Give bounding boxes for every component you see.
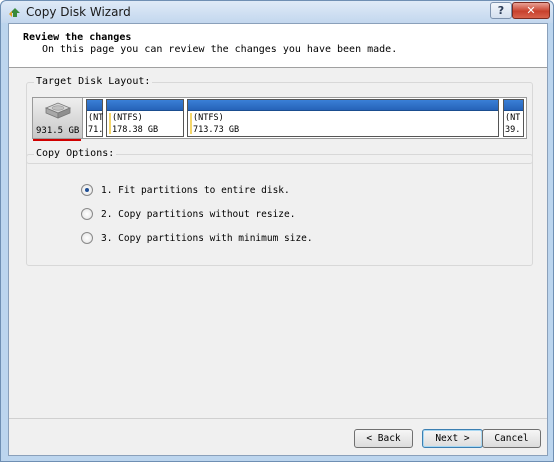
radio-button[interactable] <box>81 232 93 244</box>
wizard-window: Copy Disk Wizard ? ✕ Review the changes … <box>0 0 554 462</box>
partition-used-fill <box>190 113 192 134</box>
partition-1[interactable]: (NT 71. <box>86 99 103 137</box>
partition-fs: (NT <box>505 113 521 123</box>
disk-size: 931.5 GB <box>36 126 80 136</box>
back-button[interactable]: < Back <box>354 429 413 448</box>
partition-fs: (NTFS) <box>193 113 224 123</box>
page-subtitle: On this page you can review the changes … <box>42 44 398 55</box>
wizard-body: Review the changes On this page you can … <box>8 23 548 456</box>
hard-disk-icon <box>44 102 72 119</box>
partition-bar <box>504 100 523 111</box>
partition-2[interactable]: (NTFS) 178.38 GB <box>106 99 184 137</box>
partition-bar <box>107 100 183 111</box>
partition-size: 713.73 GB <box>193 125 240 135</box>
cancel-button[interactable]: Cancel <box>482 429 541 448</box>
page-title: Review the changes <box>23 32 132 43</box>
partition-3[interactable]: (NTFS) 713.73 GB <box>187 99 499 137</box>
copy-options-group: Copy Options: 1. Fit partitions to entir… <box>26 148 533 266</box>
radio-button[interactable] <box>81 208 93 220</box>
disk-map: 931.5 GB (NT 71. (NTFS) 178.38 GB (NTFS)… <box>32 97 527 139</box>
partition-size: 178.38 GB <box>112 125 159 135</box>
option-label: 3. Copy partitions with minimum size. <box>101 232 313 244</box>
disk-cell[interactable]: 931.5 GB <box>33 98 83 138</box>
partition-used-fill <box>109 113 111 134</box>
partition-fs: (NT <box>88 113 104 123</box>
option-label: 1. Fit partitions to entire disk. <box>101 184 290 196</box>
page-header: Review the changes On this page you can … <box>9 24 547 68</box>
help-button[interactable]: ? <box>490 2 512 19</box>
close-button[interactable]: ✕ <box>512 2 550 19</box>
disk-selection-underline <box>33 139 81 141</box>
option-label: 2. Copy partitions without resize. <box>101 208 296 220</box>
title-bar[interactable]: Copy Disk Wizard ? ✕ <box>1 1 553 23</box>
footer-divider <box>9 418 547 419</box>
partition-size: 71. <box>88 125 104 135</box>
partition-bar <box>188 100 498 111</box>
option-fit-partitions[interactable]: 1. Fit partitions to entire disk. <box>81 183 290 197</box>
option-copy-minimum-size[interactable]: 3. Copy partitions with minimum size. <box>81 231 313 245</box>
window-title: Copy Disk Wizard <box>26 5 131 19</box>
partition-4[interactable]: (NT 39. <box>503 99 524 137</box>
copy-options-label: Copy Options: <box>34 148 117 160</box>
partition-size: 39. <box>505 125 521 135</box>
radio-button-selected[interactable] <box>81 184 93 196</box>
target-disk-layout-label: Target Disk Layout: <box>34 76 153 88</box>
next-button[interactable]: Next > <box>422 429 483 448</box>
partition-fs: (NTFS) <box>112 113 143 123</box>
app-icon <box>9 8 20 17</box>
partition-bar <box>87 100 102 111</box>
option-copy-without-resize[interactable]: 2. Copy partitions without resize. <box>81 207 295 221</box>
